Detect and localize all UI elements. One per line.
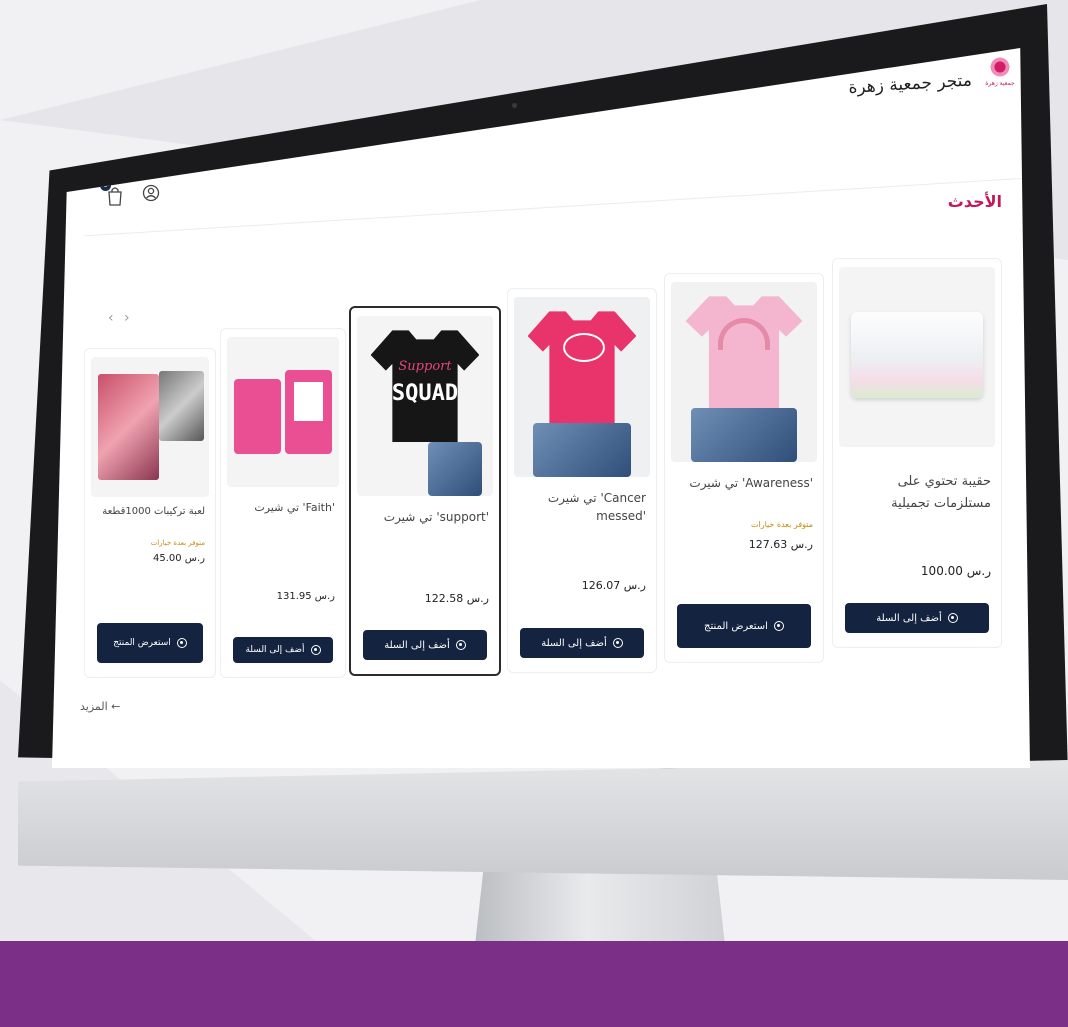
product-image[interactable]: [227, 337, 339, 487]
view-icon: [773, 621, 784, 631]
product-price: 127.63 ر.س: [748, 538, 813, 551]
shirt-print-line2: SQUAD: [391, 380, 459, 406]
button-label: أضف إلى السلة: [245, 645, 305, 655]
button-label: أضف إلى السلة: [384, 639, 450, 651]
add-to-cart-button[interactable]: أضف إلى السلة: [520, 628, 644, 658]
add-to-cart-button[interactable]: أضف إلى السلة: [363, 630, 487, 660]
availability-note: متوفر بعدة خيارات: [750, 520, 813, 529]
product-name[interactable]: حقيبة تحتوي على مستلزمات تجميلية: [843, 471, 991, 515]
section-title-latest: الأحدث: [947, 192, 1002, 211]
button-label: استعرض المنتج: [704, 620, 768, 632]
view-icon: [176, 638, 187, 648]
product-price: 126.07 ر.س: [581, 579, 646, 592]
product-name[interactable]: تي شيرت 'support': [361, 508, 489, 526]
product-card[interactable]: تي شيرت 'Faith' 131.95 ر.س أضف إلى السلة: [220, 328, 346, 678]
product-image[interactable]: [91, 357, 209, 497]
logo-text: جمعية زهرة: [985, 80, 1015, 87]
store-logo[interactable]: جمعية زهرة: [980, 56, 1020, 100]
product-image[interactable]: Support SQUAD: [357, 316, 493, 496]
product-card[interactable]: تي شيرت 'Cancer messed' 126.07 ر.س أضف إ…: [507, 288, 657, 673]
product-image[interactable]: [671, 282, 817, 462]
product-card[interactable]: لعبة تركيبات 1000قطعة متوفر بعدة خيارات …: [84, 348, 216, 678]
flower-logo-icon: [989, 56, 1011, 78]
add-icon: [612, 638, 623, 648]
add-icon: [310, 645, 321, 655]
more-link[interactable]: المزيد ←: [80, 700, 120, 713]
button-label: أضف إلى السلة: [876, 612, 942, 624]
product-price: 131.95 ر.س: [276, 591, 335, 602]
product-price: 45.00 ر.س: [152, 553, 205, 564]
add-icon: [455, 640, 466, 650]
user-account-icon[interactable]: [142, 184, 160, 202]
product-image[interactable]: [839, 267, 995, 447]
product-card[interactable]: تي شيرت 'Awareness' متوفر بعدة خيارات 12…: [664, 273, 824, 663]
view-product-button[interactable]: استعرض المنتج: [677, 604, 811, 648]
camera-icon: [512, 103, 517, 108]
product-name[interactable]: تي شيرت 'Cancer messed': [518, 489, 646, 525]
carousel-prev-button[interactable]: ‹: [108, 311, 120, 325]
product-name[interactable]: تي شيرت 'Faith': [231, 499, 335, 517]
product-card[interactable]: Support SQUAD تي شيرت 'support' 122.58 ر…: [349, 306, 501, 676]
availability-note: متوفر بعدة خيارات: [150, 539, 205, 547]
shirt-print-line1: Support: [398, 359, 452, 375]
header-divider: [83, 178, 1023, 237]
carousel-next-button[interactable]: ›: [124, 311, 136, 325]
product-image[interactable]: [514, 297, 650, 477]
add-icon: [947, 613, 958, 623]
product-price: 122.58 ر.س: [424, 592, 489, 605]
product-name[interactable]: تي شيرت 'Awareness': [675, 474, 813, 492]
footer-band: [0, 941, 1068, 1027]
product-price: 100.00 ر.س: [920, 564, 991, 578]
product-card[interactable]: حقيبة تحتوي على مستلزمات تجميلية 100.00 …: [832, 258, 1002, 648]
add-to-cart-button[interactable]: أضف إلى السلة: [233, 637, 333, 663]
product-name[interactable]: لعبة تركيبات 1000قطعة: [95, 503, 205, 521]
button-label: استعرض المنتج: [113, 637, 171, 648]
add-to-cart-button[interactable]: أضف إلى السلة: [845, 603, 989, 633]
view-product-button[interactable]: استعرض المنتج: [97, 623, 203, 663]
button-label: أضف إلى السلة: [541, 637, 607, 649]
